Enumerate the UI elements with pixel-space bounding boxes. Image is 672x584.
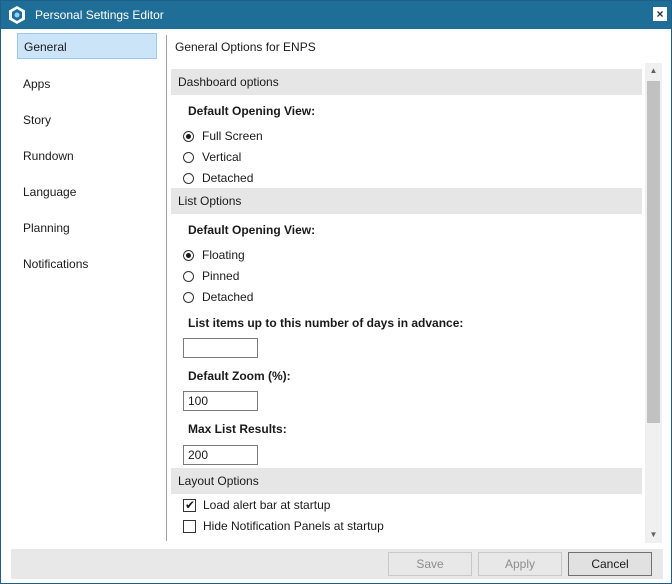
settings-window: Personal Settings Editor × General Apps … bbox=[0, 0, 672, 584]
radio-label: Detached bbox=[202, 171, 254, 185]
days-advance-input[interactable] bbox=[183, 338, 258, 358]
sidebar: General Apps Story Rundown Language Plan… bbox=[11, 31, 161, 543]
sidebar-item-rundown[interactable]: Rundown bbox=[17, 143, 157, 169]
radio-label: Floating bbox=[202, 248, 245, 262]
radio-button[interactable] bbox=[183, 131, 194, 142]
sidebar-item-planning[interactable]: Planning bbox=[17, 215, 157, 241]
sidebar-item-language[interactable]: Language bbox=[17, 179, 157, 205]
radio-label: Detached bbox=[202, 290, 254, 304]
default-zoom-label: Default Zoom (%): bbox=[188, 369, 291, 383]
scroll-down-icon[interactable]: ▼ bbox=[645, 527, 662, 543]
default-zoom-input[interactable]: 100 bbox=[183, 391, 258, 411]
window-title: Personal Settings Editor bbox=[35, 8, 164, 22]
radio-label: Pinned bbox=[202, 269, 240, 283]
checkbox-label: Load alert bar at startup bbox=[203, 498, 331, 512]
scroll-up-icon[interactable]: ▲ bbox=[645, 63, 662, 79]
dialog-footer: Save Apply Cancel bbox=[11, 549, 663, 579]
list-view-label: Default Opening View: bbox=[188, 223, 316, 237]
radio-button[interactable] bbox=[183, 152, 194, 163]
radio-button[interactable] bbox=[183, 250, 194, 261]
radio-button[interactable] bbox=[183, 271, 194, 282]
title-bar: Personal Settings Editor × bbox=[1, 1, 671, 29]
max-results-input[interactable]: 200 bbox=[183, 445, 258, 465]
apply-button[interactable]: Apply bbox=[478, 552, 562, 576]
sidebar-item-story[interactable]: Story bbox=[17, 107, 157, 133]
close-icon[interactable]: × bbox=[653, 7, 667, 21]
radio-button[interactable] bbox=[183, 173, 194, 184]
radio-label: Full Screen bbox=[202, 129, 263, 143]
dashboard-view-label: Default Opening View: bbox=[188, 104, 316, 118]
save-button[interactable]: Save bbox=[388, 552, 472, 576]
list-options-header: List Options bbox=[171, 188, 642, 214]
enps-hexagon-icon bbox=[9, 6, 25, 24]
sidebar-item-apps[interactable]: Apps bbox=[17, 71, 157, 97]
checkmark-icon: ✔ bbox=[185, 498, 196, 512]
layout-options-header: Layout Options bbox=[171, 468, 642, 494]
cancel-button[interactable]: Cancel bbox=[568, 552, 652, 576]
days-advance-label: List items up to this number of days in … bbox=[188, 316, 464, 330]
load-alert-checkbox[interactable]: ✔ bbox=[183, 499, 196, 512]
checkbox-label: Hide Notification Panels at startup bbox=[203, 519, 384, 533]
radio-button[interactable] bbox=[183, 292, 194, 303]
dashboard-options-header: Dashboard options bbox=[171, 69, 642, 95]
hide-notifications-checkbox[interactable] bbox=[183, 520, 196, 533]
settings-panel: General Options for ENPS Dashboard optio… bbox=[167, 31, 643, 541]
radio-label: Vertical bbox=[202, 150, 242, 164]
sidebar-item-notifications[interactable]: Notifications bbox=[17, 251, 157, 277]
sidebar-item-general[interactable]: General bbox=[17, 33, 157, 59]
max-results-label: Max List Results: bbox=[188, 422, 287, 436]
vertical-scrollbar[interactable]: ▲ ▼ bbox=[645, 63, 662, 543]
scroll-thumb[interactable] bbox=[647, 81, 660, 423]
page-title: General Options for ENPS bbox=[175, 40, 316, 54]
